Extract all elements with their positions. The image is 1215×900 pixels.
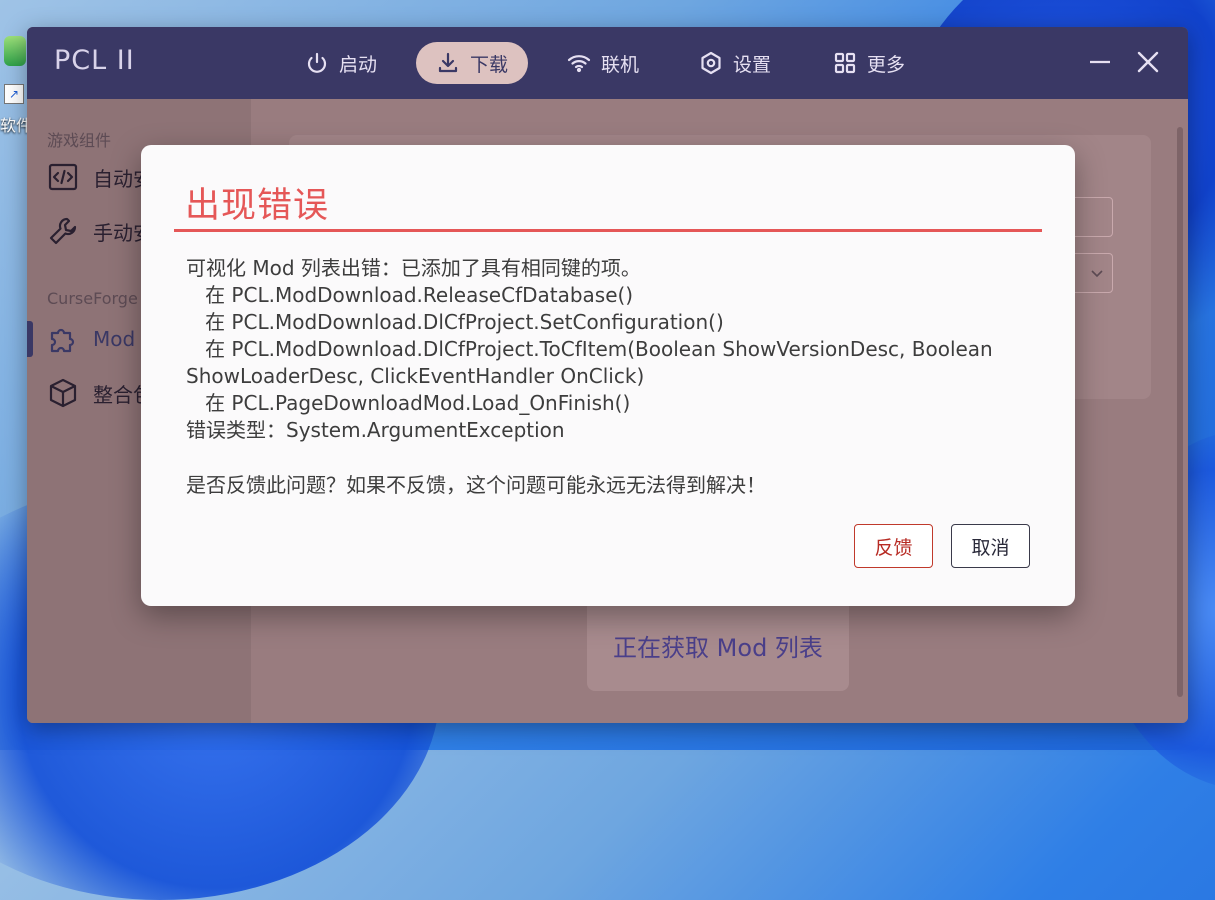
chevron-down-icon — [1091, 270, 1103, 278]
dialog-divider — [174, 229, 1042, 232]
error-line: 在 PCL.ModDownload.ReleaseCfDatabase() — [186, 283, 634, 307]
error-type: 错误类型：System.ArgumentException — [186, 418, 565, 442]
sidebar-item-mod[interactable]: Mod — [47, 323, 135, 355]
feedback-button[interactable]: 反馈 — [854, 524, 933, 568]
desktop-shortcut-icon[interactable]: ↗ — [0, 36, 28, 104]
code-icon — [48, 163, 78, 191]
error-line: 在 PCL.ModDownload.DlCfProject.ToCfItem(B… — [186, 337, 1000, 388]
sidebar-section-game-components: 游戏组件 — [47, 131, 112, 150]
cancel-button[interactable]: 取消 — [951, 524, 1030, 568]
close-icon[interactable] — [1135, 49, 1161, 75]
cube-icon — [49, 378, 77, 408]
nav-more[interactable]: 更多 — [833, 42, 905, 84]
error-line: 可视化 Mod 列表出错：已添加了具有相同键的项。 — [186, 256, 641, 280]
wifi-icon — [567, 55, 591, 73]
puzzle-icon — [50, 328, 75, 353]
app-logo: PCL II — [54, 45, 135, 76]
error-message: 可视化 Mod 列表出错：已添加了具有相同键的项。 在 PCL.ModDownl… — [186, 255, 1036, 444]
nav-download-label: 下载 — [470, 53, 509, 76]
title-bar: PCL II 启动 下载 联机 设置 更多 — [27, 27, 1188, 99]
nav-launch-label: 启动 — [339, 53, 378, 76]
error-line: 在 PCL.ModDownload.DlCfProject.SetConfigu… — [186, 310, 724, 334]
loading-indicator: 正在获取 Mod 列表 — [587, 599, 849, 691]
nav-multiplayer-label: 联机 — [601, 53, 640, 76]
nav-multiplayer[interactable]: 联机 — [567, 42, 639, 84]
minimize-icon[interactable] — [1087, 49, 1113, 75]
sidebar-section-curseforge: CurseForge — [47, 289, 138, 308]
sidebar-item-auto-install[interactable]: 自动安 — [47, 161, 153, 193]
error-line: 在 PCL.PageDownloadMod.Load_OnFinish() — [186, 391, 631, 415]
grid-icon — [834, 52, 856, 74]
feedback-question: 是否反馈此问题？如果不反馈，这个问题可能永远无法得到解决！ — [186, 473, 766, 497]
sidebar-active-indicator — [27, 321, 33, 357]
power-icon — [307, 52, 327, 73]
scrollbar[interactable] — [1177, 127, 1183, 697]
nav-download[interactable]: 下载 — [416, 42, 529, 84]
nav-more-label: 更多 — [867, 53, 906, 76]
sidebar-item-manual-install[interactable]: 手动安 — [47, 215, 153, 247]
sidebar-item-modpack[interactable]: 整合包 — [47, 377, 153, 409]
nav-launch[interactable]: 启动 — [305, 42, 377, 84]
nav-settings[interactable]: 设置 — [699, 42, 771, 84]
nav-settings-label: 设置 — [733, 53, 772, 76]
sidebar-item-label: Mod — [93, 327, 136, 351]
error-dialog: 出现错误 可视化 Mod 列表出错：已添加了具有相同键的项。 在 PCL.Mod… — [141, 145, 1075, 606]
settings-icon — [701, 51, 721, 75]
shortcut-arrow-icon: ↗ — [4, 84, 24, 104]
dialog-title: 出现错误 — [185, 186, 330, 226]
wrench-icon — [49, 217, 77, 245]
download-icon — [438, 52, 458, 73]
